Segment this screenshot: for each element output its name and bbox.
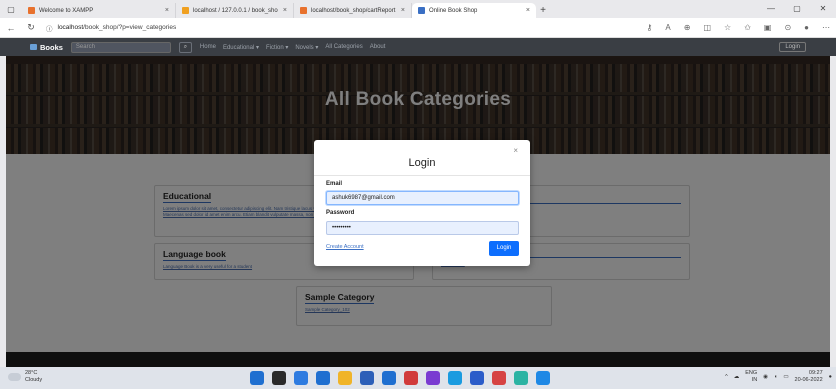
site-navbar: Books Search ⌕ Home Educational ▾ Fictio… <box>0 38 836 56</box>
start-icon[interactable] <box>250 371 264 385</box>
url-path: /book_shop/?p=view_categories <box>83 24 177 31</box>
nav-educational[interactable]: Educational ▾ <box>223 44 259 51</box>
profile-avatar-icon[interactable]: ● <box>804 23 809 32</box>
close-icon[interactable]: × <box>513 146 518 155</box>
file-explorer-icon[interactable] <box>338 371 352 385</box>
nav-about[interactable]: About <box>370 44 386 51</box>
url-host: localhost <box>57 24 84 31</box>
nav-novels[interactable]: Novels ▾ <box>295 44 318 51</box>
login-submit-button[interactable]: Login <box>489 241 519 256</box>
new-tab-button[interactable]: + <box>536 3 550 18</box>
close-window-icon[interactable]: ✕ <box>810 0 836 18</box>
search-button[interactable]: ⌕ <box>178 41 192 53</box>
more-menu-icon[interactable]: ⋯ <box>822 23 830 32</box>
url-input[interactable]: ⓘ localhost/book_shop/?p=view_categories <box>46 23 637 33</box>
tab-label: Online Book Shop <box>429 7 478 14</box>
weather-temp: 28°C <box>25 370 38 376</box>
modal-title: Login <box>408 157 436 169</box>
browser-tab-online-book-shop[interactable]: Online Book Shop × <box>412 3 536 18</box>
email-field[interactable]: ashuk6987@gmail.com <box>326 191 519 205</box>
system-tray: ^ ☁ ENG IN ◉ ◖ ▭ 09:27 20-06-2022 ● <box>725 370 832 384</box>
clock-date: 20-06-2022 <box>794 377 823 383</box>
nav-links: Home Educational ▾ Fiction ▾ Novels ▾ Al… <box>200 44 386 51</box>
tab-label: localhost / 127.0.0.1 / book_sho <box>193 7 278 14</box>
windows-taskbar: 28°C Cloudy ^ ☁ ENG IN ◉ ◖ ▭ 09:27 20-06… <box>0 367 836 389</box>
create-account-link[interactable]: Create Account <box>326 244 364 250</box>
nav-fiction[interactable]: Fiction ▾ <box>266 44 288 51</box>
lang-bottom: IN <box>751 377 758 383</box>
weather-status: Cloudy <box>25 377 43 383</box>
firefox-icon[interactable] <box>404 371 418 385</box>
minimize-icon[interactable]: — <box>758 0 784 18</box>
close-tab-icon[interactable]: × <box>283 7 287 14</box>
favorites-icon[interactable]: ✩ <box>744 23 751 32</box>
close-tab-icon[interactable]: × <box>526 7 530 14</box>
notification-icon[interactable]: ● <box>829 374 832 380</box>
tab-label: localhost/book_shop/cartReport <box>311 7 396 14</box>
site-info-icon[interactable]: ⓘ <box>46 23 53 33</box>
clock-time: 09:27 <box>808 370 823 376</box>
brand-label: Books <box>40 42 63 52</box>
volume-icon[interactable]: ◖ <box>774 374 777 380</box>
phpmyadmin-favicon-icon <box>182 7 189 14</box>
search-icon: ⌕ <box>183 43 188 50</box>
lang-top: ENG <box>745 370 758 376</box>
book-favicon-icon <box>418 7 425 14</box>
search-icon[interactable] <box>272 371 286 385</box>
close-tab-icon[interactable]: × <box>165 7 169 14</box>
browser-tab-phpmyadmin[interactable]: localhost / 127.0.0.1 / book_sho × <box>176 3 294 18</box>
notes-icon[interactable] <box>514 371 528 385</box>
extensions-icon[interactable]: ⊙ <box>784 23 791 32</box>
window-controls: — ▢ ✕ <box>758 0 836 18</box>
chat-icon[interactable] <box>316 371 330 385</box>
password-label: Password <box>326 210 355 216</box>
browser-frame-right <box>830 56 836 367</box>
navbar-login-button[interactable]: Login <box>779 42 806 52</box>
close-tab-icon[interactable]: × <box>401 7 405 14</box>
password-key-icon[interactable]: ⚷ <box>647 23 653 32</box>
weather-widget[interactable]: 28°C Cloudy <box>8 370 42 384</box>
wifi-icon[interactable]: ◉ <box>763 374 768 380</box>
teams-icon[interactable] <box>426 371 440 385</box>
login-modal: × Login Email ashuk6987@gmail.com Passwo… <box>314 140 530 266</box>
favorite-star-icon[interactable]: ☆ <box>724 23 731 32</box>
nav-home[interactable]: Home <box>200 44 216 51</box>
chrome-icon[interactable] <box>492 371 506 385</box>
address-bar-row: ← → ↻ ⓘ localhost/book_shop/?p=view_cate… <box>0 18 836 385</box>
taskbar-apps <box>250 371 550 385</box>
mail-icon[interactable] <box>382 371 396 385</box>
tab-actions-icon[interactable]: ▢ <box>0 0 22 18</box>
modal-divider <box>314 175 530 176</box>
task-view-icon[interactable] <box>294 371 308 385</box>
battery-icon[interactable]: ▭ <box>783 374 788 380</box>
reload-icon[interactable]: ↻ <box>26 22 36 33</box>
network-icon[interactable]: ☁ <box>734 374 740 380</box>
search-input[interactable]: Search <box>70 41 171 53</box>
xampp-favicon-icon <box>28 7 35 14</box>
clock[interactable]: 09:27 20-06-2022 <box>795 370 823 384</box>
browser-tab-bar: ▢ Welcome to XAMPP × localhost / 127.0.0… <box>0 0 836 18</box>
read-aloud-icon[interactable]: A <box>665 23 670 32</box>
back-icon[interactable]: ← <box>6 23 16 33</box>
vscode-icon[interactable] <box>470 371 484 385</box>
store-icon[interactable] <box>360 371 374 385</box>
email-label: Email <box>326 181 343 187</box>
page-favicon-icon <box>300 7 307 14</box>
password-field[interactable]: ••••••••• <box>326 221 519 235</box>
browser-tab-xampp[interactable]: Welcome to XAMPP × <box>22 3 176 18</box>
tray-chevron-icon[interactable]: ^ <box>725 374 728 380</box>
edge-icon[interactable] <box>448 371 462 385</box>
cloud-icon <box>8 373 21 381</box>
zoom-icon[interactable]: ⊕ <box>684 23 691 32</box>
toolbar-icons: ⚷ A ⊕ ◫ ☆ ✩ ▣ ⊙ ● ⋯ <box>647 23 830 32</box>
maximize-icon[interactable]: ▢ <box>784 0 810 18</box>
collections-icon[interactable]: ▣ <box>764 23 772 32</box>
tracking-icon[interactable]: ◫ <box>703 23 711 32</box>
site-brand[interactable]: Books <box>30 43 63 52</box>
photos-icon[interactable] <box>536 371 550 385</box>
nav-all-categories[interactable]: All Categories <box>325 44 362 51</box>
browser-tab-cart-report[interactable]: localhost/book_shop/cartReport × <box>294 3 412 18</box>
book-icon <box>30 44 37 50</box>
tab-label: Welcome to XAMPP <box>39 7 94 14</box>
